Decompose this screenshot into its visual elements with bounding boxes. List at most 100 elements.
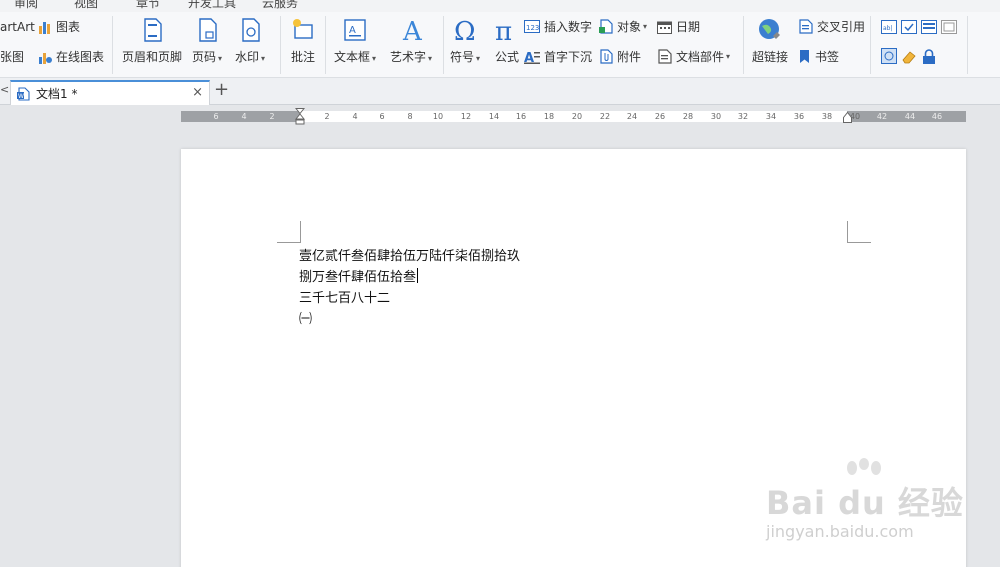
calendar-icon	[657, 21, 672, 34]
chevron-down-icon: ▾	[261, 54, 266, 63]
ruler-tick: 38	[821, 112, 833, 121]
wordart-button[interactable]: artArt	[0, 20, 35, 34]
document-line-2[interactable]: 捌万叁仟肆佰伍拾叁	[299, 266, 419, 285]
date-label: 日期	[676, 20, 701, 34]
textbox-button[interactable]: A 文本框 ▾	[334, 16, 376, 65]
eraser-icon[interactable]	[901, 49, 917, 65]
ruler-tick: 4	[352, 112, 358, 121]
symbol-button[interactable]: Ω 符号 ▾	[450, 16, 480, 65]
hyperlink-button[interactable]: 超链接	[752, 16, 788, 65]
cross-ref-button[interactable]: 交叉引用	[798, 18, 865, 35]
svg-text:Ω: Ω	[454, 17, 476, 44]
ribbon-separator	[112, 16, 113, 74]
text-field-control-icon[interactable]: ab|	[881, 20, 897, 34]
comment-label: 批注	[290, 50, 315, 64]
chart-label: 图表	[56, 20, 81, 34]
insert-number-button[interactable]: 123 插入数字	[524, 18, 592, 35]
ruler-tick: 10	[432, 112, 444, 121]
close-icon[interactable]: ×	[192, 85, 203, 100]
art-text-button[interactable]: A 艺术字 ▾	[390, 16, 432, 65]
header-footer-button[interactable]: 页眉和页脚	[122, 16, 182, 65]
object-label: 对象	[617, 20, 642, 34]
watermark-button[interactable]: 水印 ▾	[235, 16, 265, 65]
design-mode-icon[interactable]	[881, 48, 897, 64]
checkbox-control-icon[interactable]	[901, 20, 917, 34]
document-line-3[interactable]: 三千七百八十二	[299, 287, 390, 306]
formula-button[interactable]: π 公式	[493, 16, 521, 65]
new-tab-button[interactable]: +	[214, 79, 229, 100]
bookmark-icon	[800, 50, 809, 63]
ruler-tick: 18	[543, 112, 555, 121]
chevron-down-icon: ▾	[476, 54, 481, 63]
textbox-icon: A	[344, 19, 366, 41]
screenshot-button[interactable]: 张图	[0, 48, 24, 65]
ruler-tick: 12	[460, 112, 472, 121]
ruler-tick: 30	[710, 112, 722, 121]
online-chart-button[interactable]: 在线图表	[38, 48, 104, 65]
text-cursor	[417, 268, 419, 283]
ruler-tick: 28	[682, 112, 694, 121]
ribbon-separator	[743, 16, 744, 74]
chart-button[interactable]: 图表	[38, 18, 80, 35]
attachment-button[interactable]: 附件	[599, 48, 641, 65]
dropdown-control-icon[interactable]	[921, 20, 937, 34]
ruler-tick: 6	[213, 112, 219, 121]
ruler-tick: 14	[488, 112, 500, 121]
watermark-brand: Bai du 经验	[766, 484, 964, 522]
ribbon-separator	[280, 16, 281, 74]
insert-number-label: 插入数字	[544, 20, 593, 34]
ruler-tick: 32	[737, 112, 749, 121]
menu-review[interactable]: 审阅	[14, 0, 38, 11]
baidu-watermark: Bai du 经验 jingyan.baidu.com	[762, 458, 964, 548]
watermark-icon	[242, 18, 260, 42]
tab-scroll-left-icon[interactable]: <	[0, 83, 9, 96]
tab-document1[interactable]: W 文档1 * ×	[10, 80, 210, 105]
ribbon-separator	[870, 16, 871, 74]
right-indent-marker-icon[interactable]	[843, 112, 852, 123]
document-line-4[interactable]: ㈠	[299, 308, 312, 327]
menu-chapter[interactable]: 章节	[136, 0, 160, 11]
menu-view[interactable]: 视图	[74, 0, 98, 11]
ruler-tick: 16	[515, 112, 527, 121]
margin-corner-top-right	[847, 221, 871, 243]
ruler-tick: 36	[793, 112, 805, 121]
bookmark-label: 书签	[815, 50, 840, 64]
document-line-1[interactable]: 壹亿贰仟叁佰肆拾伍万陆仟柒佰捌拾玖	[299, 245, 520, 264]
watermark-label: 水印	[235, 50, 260, 64]
comment-button[interactable]: 批注	[289, 16, 317, 65]
menu-cloud[interactable]: 云服务	[262, 0, 298, 11]
ruler-tick: 4	[241, 112, 247, 121]
date-button[interactable]: 日期	[657, 18, 700, 35]
ruler-tick: 26	[654, 112, 666, 121]
comment-icon	[293, 19, 313, 39]
object-icon	[599, 19, 613, 34]
ruler-tick: 20	[571, 112, 583, 121]
tab-document1-label: 文档1 *	[36, 87, 78, 101]
attachment-icon	[600, 49, 613, 64]
drop-cap-button[interactable]: A 首字下沉	[524, 48, 592, 65]
menu-devtools[interactable]: 开发工具	[188, 0, 236, 11]
ruler-tick: 44	[904, 112, 916, 121]
online-chart-icon	[39, 52, 52, 64]
ribbon-separator	[967, 16, 968, 74]
ribbon-separator	[325, 16, 326, 74]
doc-parts-button[interactable]: 文档部件 ▾	[657, 48, 730, 65]
form-settings-icon[interactable]	[941, 20, 957, 34]
horizontal-ruler[interactable]: 6 4 2 2 4 6 8 10 12 14 16 18 20 22 24 26…	[181, 108, 966, 125]
lock-icon[interactable]	[922, 49, 936, 65]
online-chart-label: 在线图表	[56, 50, 105, 64]
cross-ref-label: 交叉引用	[817, 20, 866, 34]
attachment-label: 附件	[617, 50, 642, 64]
indent-marker-icon[interactable]	[295, 108, 305, 125]
header-footer-label: 页眉和页脚	[122, 50, 183, 64]
object-button[interactable]: 对象 ▾	[599, 18, 647, 35]
document-line-2-text: 捌万叁仟肆佰伍拾叁	[299, 270, 417, 285]
page-number-button[interactable]: 页码 ▾	[192, 16, 222, 65]
doc-parts-label: 文档部件	[676, 50, 725, 64]
bookmark-button[interactable]: 书签	[798, 48, 839, 65]
svg-text:A: A	[402, 17, 423, 44]
page-number-label: 页码	[192, 50, 217, 64]
chevron-down-icon: ▾	[643, 22, 648, 31]
ruler-tick: 2	[269, 112, 275, 121]
art-text-label: 艺术字	[390, 50, 427, 64]
